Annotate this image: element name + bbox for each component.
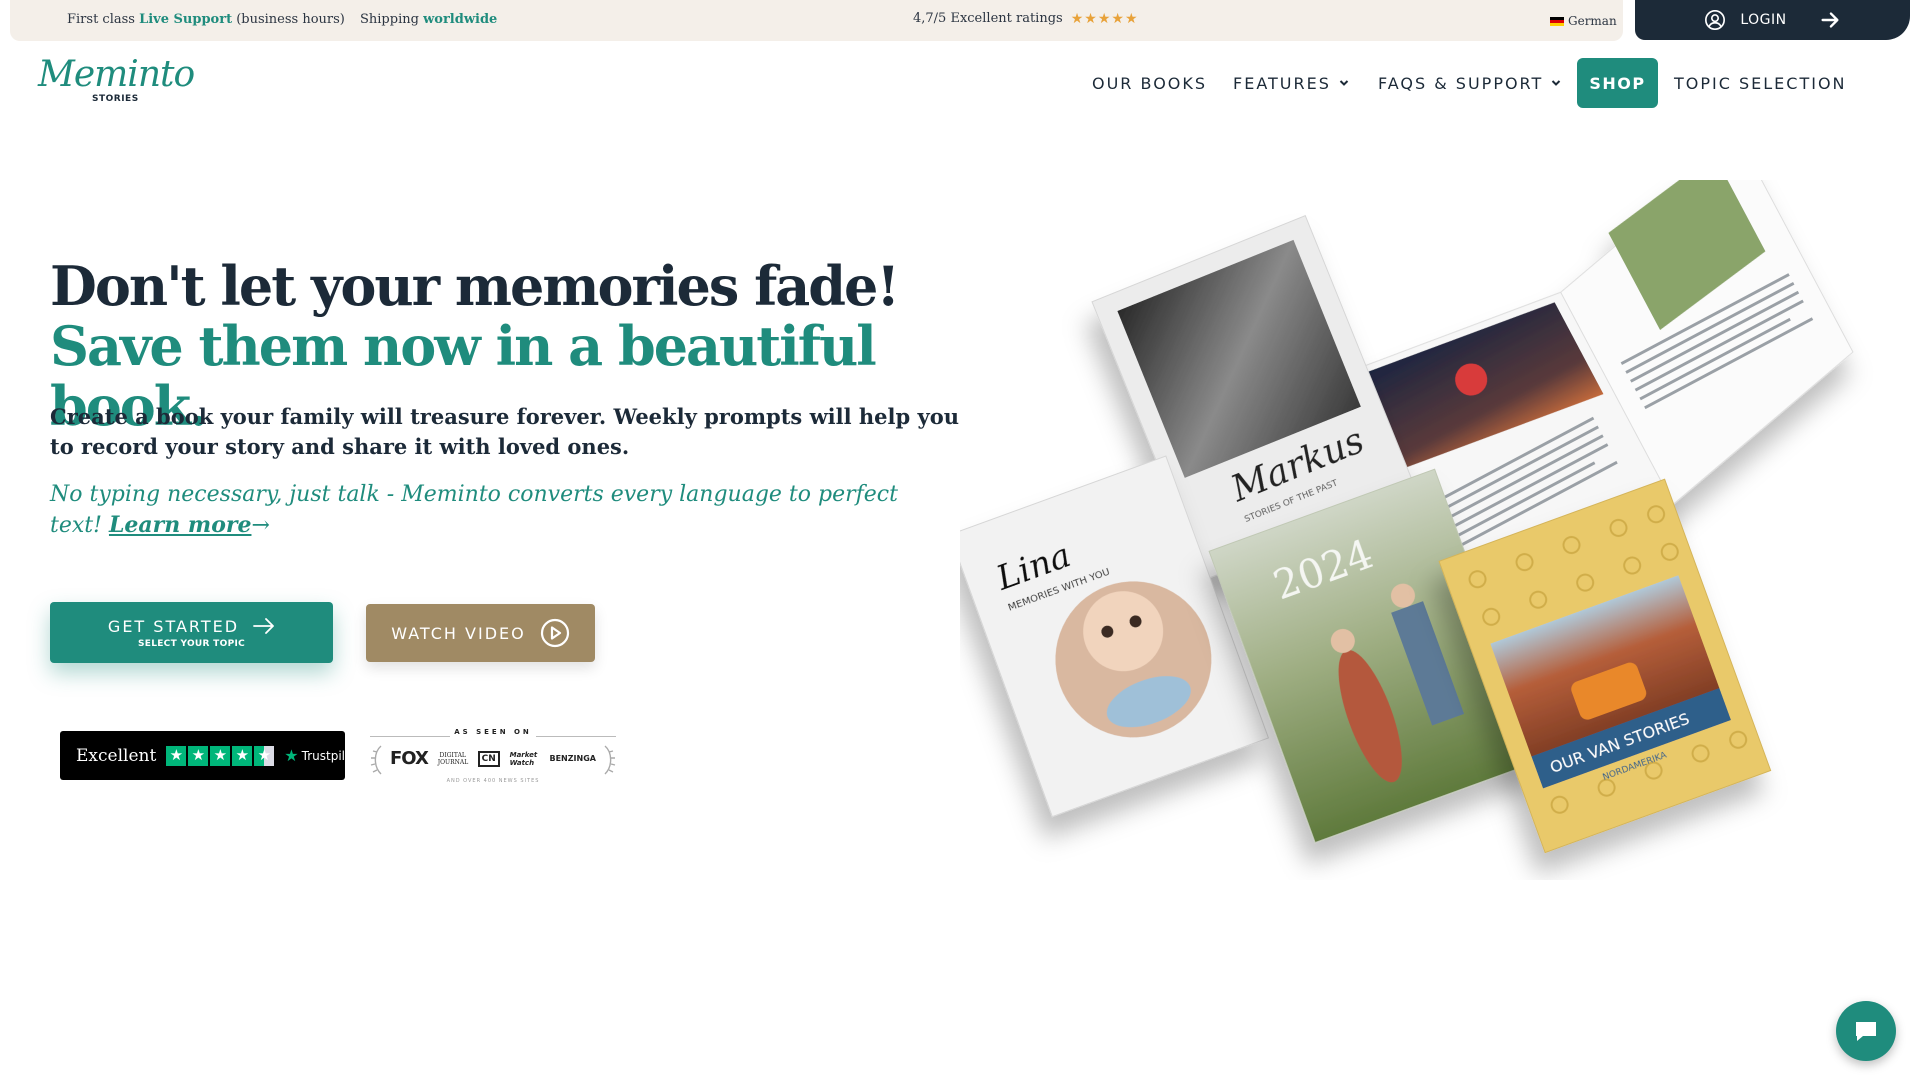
star-icon: ★	[166, 745, 187, 766]
star-icon: ★	[1084, 10, 1097, 27]
chat-bubble-icon	[1856, 1022, 1876, 1041]
seen-on-title: AS SEEN ON	[454, 728, 532, 736]
benzinga-logo: BENZINGA	[549, 754, 596, 763]
chat-launcher-button[interactable]	[1836, 1001, 1896, 1061]
seen-on-footer: AND OVER 400 NEWS SITES	[446, 778, 540, 784]
trustpilot-star-icon: ★	[284, 746, 299, 765]
rating-text: 4,7/5 Excellent ratings	[913, 11, 1063, 26]
learn-more-link[interactable]: Learn more	[109, 512, 252, 538]
as-seen-on-badge: AS SEEN ON FOX DIGITAL JOURNAL CN Market…	[370, 726, 616, 786]
get-started-label: GET STARTED	[107, 616, 240, 636]
shipping-accent[interactable]: worldwide	[423, 12, 497, 27]
support-suffix: (business hours)	[232, 12, 345, 27]
top-info-bar: First class Live Support (business hours…	[10, 0, 1623, 41]
shipping-prefix: Shipping	[360, 12, 424, 27]
trustpilot-brand: ★ Trustpilot	[284, 746, 357, 765]
books-illustration: Markus STORIES OF THE PAST Lina MEMORIES…	[949, 139, 1880, 880]
chevron-down-icon	[1552, 80, 1561, 86]
nav-faqs-support[interactable]: FAQS & SUPPORT	[1378, 58, 1561, 108]
hero-italic-line: No typing necessary, just talk - Meminto…	[50, 480, 950, 541]
fox-logo: FOX	[390, 748, 429, 769]
nav-our-books[interactable]: OUR BOOKS	[1092, 58, 1207, 108]
laurel-right-icon	[604, 745, 616, 775]
digital-journal-logo: DIGITAL JOURNAL	[437, 751, 469, 766]
star-icon: ★	[232, 745, 253, 766]
divider	[370, 736, 450, 737]
divider	[536, 736, 616, 737]
user-circle-icon	[1705, 10, 1726, 30]
star-icon: ★	[1111, 10, 1124, 27]
watch-video-button[interactable]: WATCH VIDEO	[366, 604, 595, 662]
rating-stars: ★ ★ ★ ★ ★	[1071, 12, 1138, 26]
half-star-icon: ★	[254, 745, 275, 766]
watch-video-label: WATCH VIDEO	[391, 623, 526, 643]
trustpilot-rating: Excellent	[76, 745, 157, 766]
main-nav: OUR BOOKS FEATURES FAQS & SUPPORT SHOP T…	[0, 58, 1920, 108]
nav-features-label: FEATURES	[1233, 73, 1331, 93]
language-label: German	[1568, 14, 1617, 28]
star-icon: ★	[188, 745, 209, 766]
support-info: First class Live Support (business hours…	[67, 12, 345, 27]
support-accent[interactable]: Live Support	[139, 12, 232, 27]
nav-faqs-label: FAQS & SUPPORT	[1378, 73, 1544, 93]
play-circle-icon	[540, 618, 569, 648]
trustpilot-brand-label: Trustpilot	[301, 748, 358, 763]
star-icon: ★	[1124, 10, 1138, 27]
trustpilot-badge[interactable]: Excellent ★ ★ ★ ★ ★ ★ Trustpilot	[60, 731, 357, 780]
learn-more-arrow: →	[251, 513, 270, 538]
login-button[interactable]: LOGIN	[1635, 0, 1910, 40]
star-icon: ★	[1097, 10, 1111, 27]
shipping-info: Shipping worldwide	[360, 12, 497, 27]
books-graphic: Markus STORIES OF THE PAST Lina MEMORIES…	[949, 139, 1854, 854]
nav-shop-button[interactable]: SHOP	[1577, 58, 1658, 108]
language-selector[interactable]: German	[1550, 14, 1617, 28]
nav-features[interactable]: FEATURES	[1233, 58, 1349, 108]
rating-info: 4,7/5 Excellent ratings ★ ★ ★ ★ ★	[913, 11, 1138, 26]
arrow-right-icon	[253, 618, 274, 634]
star-icon: ★	[1070, 10, 1084, 27]
arrow-right-icon	[1821, 12, 1839, 28]
headline-dark: Don't let your memories fade!	[50, 254, 900, 318]
get-started-sublabel: SELECT YOUR TOPIC	[137, 638, 246, 649]
marketwatch-logo: Market Watch	[509, 750, 538, 767]
get-started-button[interactable]: GET STARTED SELECT YOUR TOPIC	[50, 602, 333, 663]
nav-our-books-label: OUR BOOKS	[1092, 73, 1208, 93]
nav-topic-label: TOPIC SELECTION	[1674, 73, 1847, 93]
media-logos: FOX DIGITAL JOURNAL CN Market Watch BENZ…	[390, 748, 596, 769]
laurel-left-icon	[370, 745, 382, 775]
star-icon: ★	[210, 745, 231, 766]
german-flag-icon	[1550, 16, 1564, 26]
cn-logo: CN	[477, 750, 500, 767]
chevron-down-icon	[1339, 80, 1349, 86]
hero-subtitle: Create a book your family will treasure …	[50, 404, 959, 459]
support-prefix: First class	[67, 12, 140, 27]
trustpilot-stars: ★ ★ ★ ★ ★	[166, 745, 275, 766]
nav-shop-label: SHOP	[1589, 73, 1646, 93]
nav-topic-selection[interactable]: TOPIC SELECTION	[1674, 58, 1847, 108]
login-label: LOGIN	[1740, 12, 1787, 28]
